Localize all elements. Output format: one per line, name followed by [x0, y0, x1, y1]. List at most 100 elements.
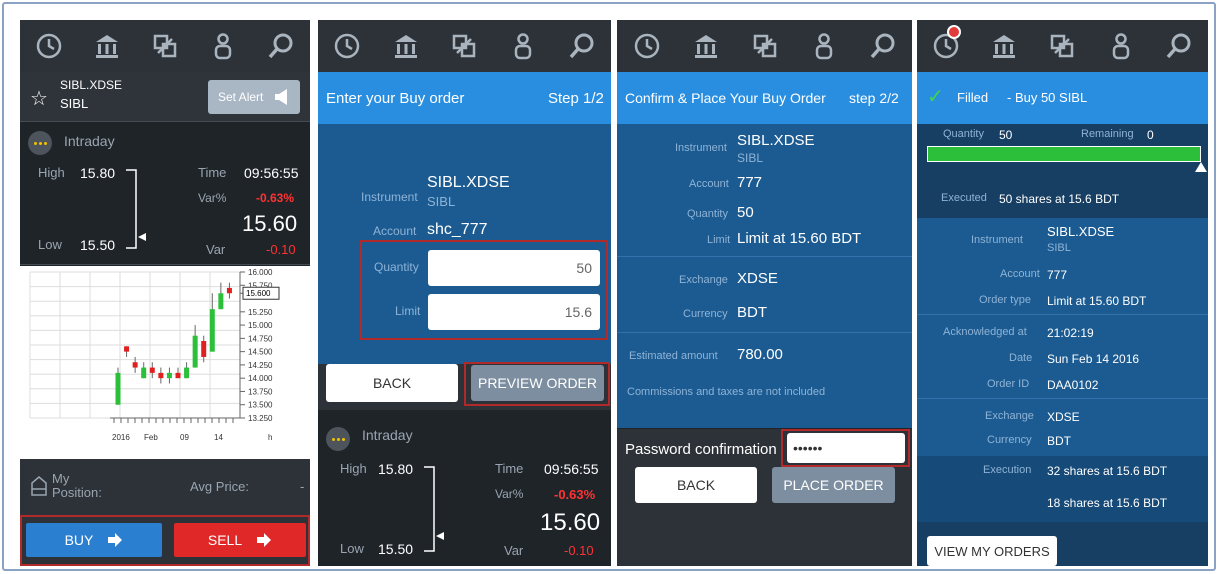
account-label: Account — [689, 178, 729, 190]
bank-icon[interactable] — [389, 29, 423, 63]
check-icon: ✓ — [927, 86, 944, 108]
trade-icon[interactable] — [148, 29, 182, 63]
back-button[interactable]: BACK — [326, 364, 458, 402]
clock-icon[interactable] — [630, 29, 664, 63]
trade-icon[interactable] — [748, 29, 782, 63]
account-value: shc_777 — [427, 221, 488, 238]
acknowledged-value: 21:02:19 — [1047, 326, 1094, 340]
buy-button[interactable]: BUY — [26, 523, 162, 557]
place-order-button[interactable]: PLACE ORDER — [772, 467, 895, 503]
trade-icon[interactable] — [447, 29, 481, 63]
date-value: Sun Feb 14 2016 — [1047, 352, 1140, 366]
star-icon[interactable]: ☆ — [30, 86, 48, 111]
buy-label: BUY — [64, 532, 94, 548]
search-icon[interactable] — [565, 29, 599, 63]
order-actions: BACK PREVIEW ORDER — [318, 362, 611, 410]
order-header: Enter your Buy order Step 1/2 — [318, 72, 611, 124]
search-icon[interactable] — [264, 29, 298, 63]
candle-body — [149, 367, 155, 373]
candle-body — [192, 335, 198, 368]
instrument-name: SIBL — [737, 151, 764, 165]
candle-body — [124, 346, 130, 352]
status-label: Filled — [957, 90, 989, 105]
y-tick-label: 14.500 — [248, 348, 273, 357]
set-alert-button[interactable]: Set Alert — [208, 80, 300, 114]
candle-body — [175, 372, 181, 379]
fill-progress-fill — [928, 147, 1200, 161]
time-value: 09:56:55 — [244, 165, 299, 181]
low-label: Low — [340, 541, 364, 556]
avg-price-value: - — [300, 479, 305, 494]
bank-icon[interactable] — [689, 29, 723, 63]
bank-icon[interactable] — [987, 29, 1021, 63]
candle-body — [141, 367, 147, 379]
y-tick-label: 14.750 — [248, 334, 273, 343]
candle-body — [218, 293, 224, 310]
instrument-label: Instrument — [675, 142, 727, 154]
user-icon[interactable] — [506, 29, 540, 63]
y-tick-label: 14.250 — [248, 361, 273, 370]
password-input[interactable]: •••••• — [787, 433, 905, 463]
clock-icon[interactable] — [929, 25, 963, 63]
preview-order-button[interactable]: PREVIEW ORDER — [471, 365, 604, 401]
candle-body — [184, 367, 190, 379]
sell-button[interactable]: SELL — [174, 523, 306, 557]
enter-order-screen: Enter your Buy order Step 1/2 Instrument… — [318, 20, 611, 566]
bank-icon[interactable] — [90, 29, 124, 63]
intraday-label: Intraday — [362, 427, 413, 443]
var-label: Var — [206, 242, 226, 257]
top-nav — [917, 20, 1208, 72]
user-icon[interactable] — [206, 29, 240, 63]
order-id-label: Order ID — [987, 378, 1030, 390]
more-dots-icon[interactable] — [326, 427, 350, 451]
candle-body — [209, 309, 215, 352]
notification-badge — [947, 25, 962, 39]
back-button[interactable]: BACK — [635, 467, 757, 503]
time-value: 09:56:55 — [544, 461, 599, 477]
order-form: Instrument SIBL.XDSE SIBL Account shc_77… — [318, 124, 611, 364]
order-details: Instrument SIBL.XDSE SIBL Account 777 Or… — [917, 218, 1208, 456]
candle-body — [115, 372, 121, 405]
divider — [617, 332, 912, 333]
more-dots-icon[interactable] — [28, 131, 52, 155]
candle-body — [132, 362, 138, 368]
x-tick-label: 09 — [180, 433, 189, 442]
execution-item: 18 shares at 15.6 BDT — [1047, 496, 1168, 510]
user-icon[interactable] — [1104, 29, 1138, 63]
search-icon[interactable] — [866, 29, 900, 63]
var-value: -0.10 — [564, 543, 594, 558]
high-value: 15.80 — [80, 165, 116, 181]
last-price: 15.60 — [540, 509, 601, 536]
executed-label: Executed — [941, 192, 987, 204]
high-value: 15.80 — [378, 461, 414, 477]
limit-input[interactable]: 15.6 — [428, 294, 600, 330]
account-value: 777 — [1047, 268, 1068, 282]
instrument-code: SIBL.XDSE — [60, 78, 123, 92]
candle-body — [158, 372, 164, 379]
my-position-label: My — [52, 471, 70, 486]
clock-icon[interactable] — [330, 29, 364, 63]
candlestick-chart[interactable]: 16.00015.75015.60015.25015.00014.75014.5… — [20, 266, 310, 459]
exchange-label: Exchange — [679, 274, 728, 286]
confirm-order-screen: Confirm & Place Your Buy Order step 2/2 … — [617, 20, 912, 566]
intraday-summary: Intraday High 15.80 Low 15.50 Time 09:56… — [20, 123, 310, 265]
user-icon[interactable] — [807, 29, 841, 63]
time-label: Time — [198, 165, 227, 180]
footer: VIEW MY ORDERS — [917, 522, 1208, 566]
quantity-label: Quantity — [687, 208, 728, 220]
fill-status-header: ✓ Filled - Buy 50 SIBL — [917, 72, 1208, 124]
view-my-orders-button[interactable]: VIEW MY ORDERS — [927, 536, 1057, 566]
instrument-name: SIBL — [1047, 242, 1071, 254]
currency-value: BDT — [1047, 434, 1071, 448]
divider — [617, 256, 912, 257]
quantity-input[interactable]: 50 — [428, 250, 600, 286]
clock-icon[interactable] — [32, 29, 66, 63]
exchange-value: XDSE — [1047, 410, 1080, 424]
trade-icon[interactable] — [1045, 29, 1079, 63]
high-label: High — [38, 165, 65, 180]
search-icon[interactable] — [1162, 29, 1196, 63]
var-label: Var — [504, 543, 524, 558]
arrow-right-icon — [257, 533, 272, 547]
date-label: Date — [1009, 352, 1033, 364]
y-tick-label: 15.250 — [248, 308, 273, 317]
